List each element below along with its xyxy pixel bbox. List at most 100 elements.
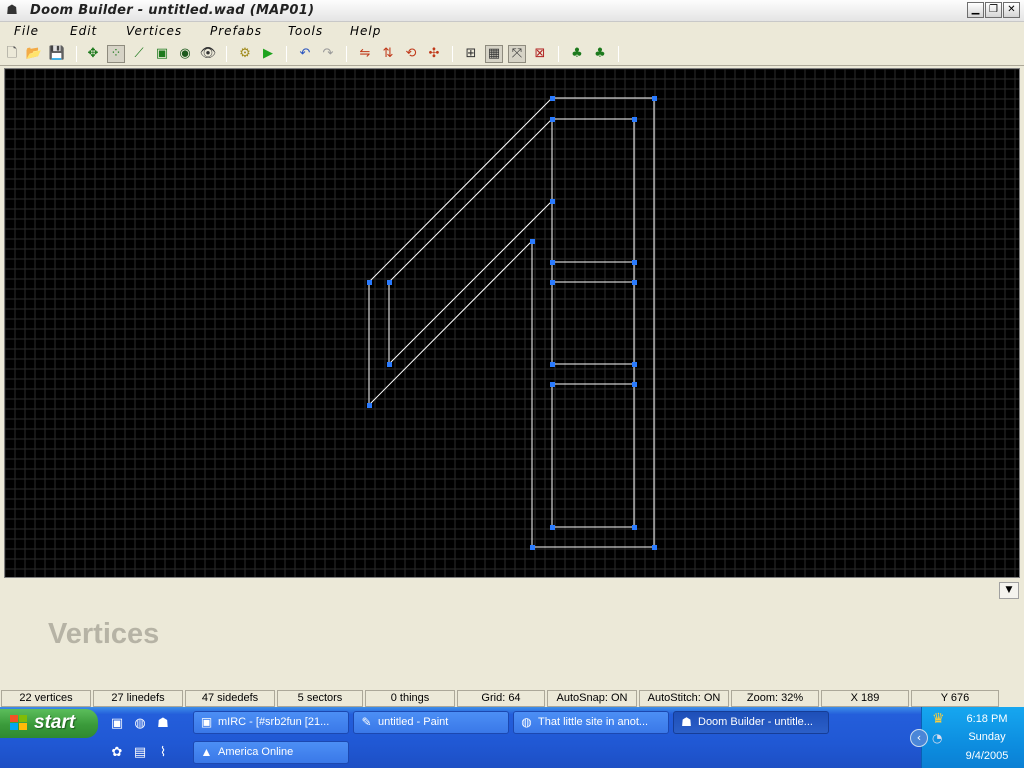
vertex[interactable]	[550, 525, 555, 530]
menu-file[interactable]: File	[14, 24, 39, 38]
linedef[interactable]	[368, 240, 533, 406]
maximize-button[interactable]: ❐	[985, 2, 1002, 18]
flip-vertical-icon[interactable]: ⇅	[379, 45, 397, 63]
vertex[interactable]	[530, 545, 535, 550]
vertex[interactable]	[387, 280, 392, 285]
map-svg[interactable]	[5, 69, 1019, 577]
task-doom-builder[interactable]: ☗ Doom Builder - untitle...	[673, 711, 829, 734]
status-grid: Grid: 64	[457, 690, 545, 707]
stitch-icon[interactable]: ⤧	[508, 45, 526, 63]
vertex[interactable]	[550, 382, 555, 387]
map-canvas[interactable]	[4, 68, 1020, 578]
panel-dropdown-button[interactable]: ▼	[999, 582, 1019, 599]
task-mirc[interactable]: ▣ mIRC - [#srb2fun [21...	[193, 711, 349, 734]
vertex[interactable]	[632, 525, 637, 530]
vertex[interactable]	[387, 362, 392, 367]
vertex[interactable]	[550, 199, 555, 204]
menu-vertices[interactable]: Vertices	[126, 24, 182, 38]
vertex[interactable]	[632, 382, 637, 387]
things-mode-icon[interactable]: ◉	[176, 45, 194, 63]
menu-prefabs[interactable]: Prefabs	[210, 24, 262, 38]
map-grid	[5, 69, 1019, 577]
task-aol[interactable]: ▲ America Online	[193, 741, 349, 764]
tray-network-icon[interactable]: ◔	[932, 731, 942, 745]
window-title: Doom Builder - untitled.wad (MAP01)	[30, 3, 315, 18]
linedefs-mode-icon[interactable]: ⟋	[130, 45, 148, 63]
status-sectors: 5 sectors	[277, 690, 363, 707]
new-icon[interactable]: 🗋	[3, 45, 21, 63]
vertex[interactable]	[530, 239, 535, 244]
3d-mode-icon[interactable]: 👁	[199, 45, 217, 63]
delete-icon[interactable]: ⊠	[531, 45, 549, 63]
rotate-icon[interactable]: ⟲	[402, 45, 420, 63]
prefab-forest-icon[interactable]: ♣	[591, 45, 609, 63]
status-autostitch: AutoStitch: ON	[639, 690, 729, 707]
linedef[interactable]	[388, 200, 553, 365]
vertex[interactable]	[367, 403, 372, 408]
pan-mode-icon[interactable]: ✥	[84, 45, 102, 63]
resize-icon[interactable]: ✣	[425, 45, 443, 63]
vertex[interactable]	[550, 280, 555, 285]
status-things: 0 things	[365, 690, 455, 707]
vertex[interactable]	[550, 117, 555, 122]
quicklaunch-doom-builder-icon[interactable]: ☗	[154, 715, 172, 733]
windows-logo-icon	[10, 715, 28, 731]
status-linedefs: 27 linedefs	[93, 690, 183, 707]
vertex[interactable]	[632, 260, 637, 265]
start-label: start	[34, 712, 76, 733]
vertex[interactable]	[652, 96, 657, 101]
test-map-icon[interactable]: ▶	[259, 45, 277, 63]
quicklaunch-chart-icon[interactable]: ⌇	[154, 744, 172, 762]
toolbar: 🗋 📂 💾 ✥ ⁘ ⟋ ▣ ◉ 👁 ⚙ ▶ ↶ ↷ ⇋ ⇅ ⟲ ✣ ⊞ ▦ ⤧ …	[0, 42, 1024, 66]
paint-icon: ✎	[361, 715, 372, 729]
quicklaunch-firefox-icon[interactable]: ◍	[131, 715, 149, 733]
snap-grid-icon[interactable]: ▦	[485, 45, 503, 63]
menu-edit[interactable]: Edit	[70, 24, 97, 38]
tray-collapse-icon[interactable]: ‹	[910, 729, 928, 747]
task-paint[interactable]: ✎ untitled - Paint	[353, 711, 509, 734]
quicklaunch-app-icon[interactable]: ✿	[108, 744, 126, 762]
vertex[interactable]	[550, 96, 555, 101]
info-panel: Vertices ▼	[0, 580, 1024, 688]
status-x: X 189	[821, 690, 909, 707]
task-firefox[interactable]: ◍ That little site in anot...	[513, 711, 669, 734]
vertex[interactable]	[632, 280, 637, 285]
build-nodes-icon[interactable]: ⚙	[236, 45, 254, 63]
toolbar-separator	[452, 46, 453, 62]
vertex[interactable]	[550, 260, 555, 265]
grid-icon[interactable]: ⊞	[462, 45, 480, 63]
doom-builder-app-icon[interactable]: ☗	[4, 3, 20, 19]
start-button[interactable]: start	[0, 709, 98, 738]
prefab-tree-icon[interactable]: ♣	[568, 45, 586, 63]
clock-time[interactable]: 6:18 PM	[952, 713, 1022, 725]
vertex[interactable]	[652, 545, 657, 550]
save-icon[interactable]: 💾	[48, 45, 66, 63]
status-sidedefs: 47 sidedefs	[185, 690, 275, 707]
flip-horizontal-icon[interactable]: ⇋	[356, 45, 374, 63]
menu-tools[interactable]: Tools	[288, 24, 323, 38]
vertices-mode-icon[interactable]: ⁘	[107, 45, 125, 63]
quicklaunch-aim-icon[interactable]: ▣	[108, 715, 126, 733]
toolbar-separator	[618, 46, 619, 62]
minimize-button[interactable]: ▁	[967, 2, 984, 18]
tray-app-icon[interactable]: ♛	[932, 711, 945, 727]
undo-icon[interactable]: ↶	[296, 45, 314, 63]
task-label: America Online	[218, 746, 294, 758]
task-label: mIRC - [#srb2fun [21...	[218, 716, 330, 728]
status-autosnap: AutoSnap: ON	[547, 690, 637, 707]
toolbar-separator	[76, 46, 77, 62]
vertex[interactable]	[550, 362, 555, 367]
linedef[interactable]	[388, 118, 553, 283]
open-icon[interactable]: 📂	[25, 45, 43, 63]
sectors-mode-icon[interactable]: ▣	[153, 45, 171, 63]
vertex[interactable]	[632, 117, 637, 122]
close-button[interactable]: ✕	[1003, 2, 1020, 18]
aol-icon: ▲	[200, 745, 213, 759]
vertex[interactable]	[367, 280, 372, 285]
menu-help[interactable]: Help	[350, 24, 381, 38]
redo-icon[interactable]: ↷	[319, 45, 337, 63]
vertex[interactable]	[632, 362, 637, 367]
quicklaunch-mirc-icon[interactable]: ▤	[131, 744, 149, 762]
toolbar-separator	[346, 46, 347, 62]
task-label: untitled - Paint	[378, 716, 449, 728]
